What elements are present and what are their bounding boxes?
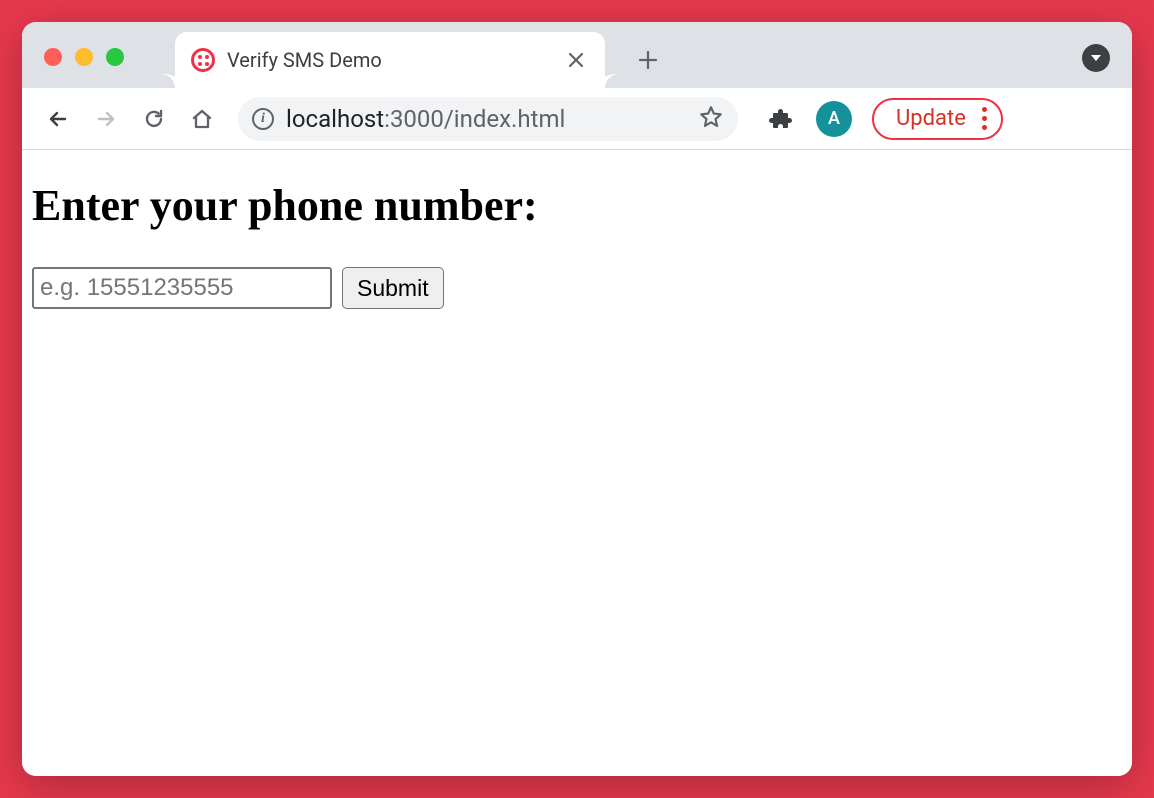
home-button[interactable]	[182, 99, 222, 139]
reload-button[interactable]	[134, 99, 174, 139]
menu-dots-icon	[982, 107, 987, 130]
address-bar[interactable]: i localhost:3000/index.html	[238, 97, 738, 141]
new-tab-button[interactable]	[629, 41, 667, 79]
browser-toolbar: i localhost:3000/index.html A Update	[22, 88, 1132, 150]
avatar-letter: A	[828, 108, 840, 129]
tab-close-button[interactable]	[565, 49, 587, 71]
profile-avatar[interactable]: A	[816, 101, 852, 137]
phone-number-input[interactable]	[32, 267, 332, 309]
site-info-icon[interactable]: i	[252, 108, 274, 130]
bookmark-star-icon[interactable]	[698, 104, 724, 134]
page-heading: Enter your phone number:	[32, 180, 1122, 231]
update-button[interactable]: Update	[872, 98, 1003, 140]
tabs-dropdown-button[interactable]	[1082, 44, 1110, 72]
update-label: Update	[896, 106, 966, 131]
forward-button[interactable]	[86, 99, 126, 139]
phone-form: Submit	[32, 267, 1122, 309]
url-text: localhost:3000/index.html	[286, 105, 686, 133]
page-content: Enter your phone number: Submit	[22, 150, 1132, 776]
url-path: :3000/index.html	[384, 105, 565, 133]
back-button[interactable]	[38, 99, 78, 139]
url-host: localhost	[286, 105, 384, 133]
window-maximize-button[interactable]	[106, 48, 124, 66]
browser-tab[interactable]: Verify SMS Demo	[175, 32, 605, 88]
window-controls	[44, 48, 124, 66]
window-close-button[interactable]	[44, 48, 62, 66]
twilio-favicon-icon	[191, 48, 215, 72]
browser-window: Verify SMS Demo i	[22, 22, 1132, 776]
tab-title: Verify SMS Demo	[227, 48, 553, 72]
window-minimize-button[interactable]	[75, 48, 93, 66]
extensions-icon[interactable]	[760, 99, 800, 139]
submit-button[interactable]: Submit	[342, 267, 444, 309]
tab-strip: Verify SMS Demo	[22, 22, 1132, 88]
